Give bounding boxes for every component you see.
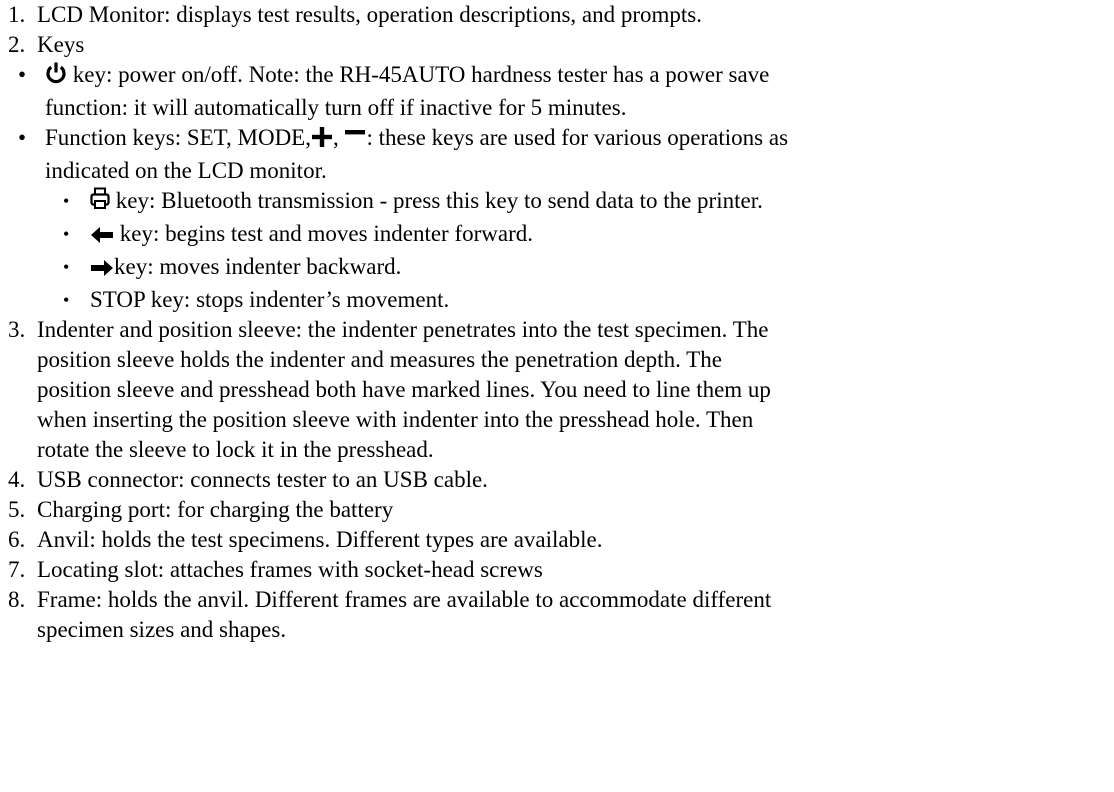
list-item: • Function keys: SET, MODE,, : these key… <box>8 123 1108 156</box>
list-item: 8. Frame: holds the anvil. Different fra… <box>8 585 1108 615</box>
bullet: • <box>63 191 70 211</box>
bullet: • <box>63 224 70 244</box>
item-number: 6. <box>8 527 26 552</box>
list-item-continuation: position sleeve and presshead both have … <box>8 375 1108 405</box>
list-item-continuation: rotate the sleeve to lock it in the pres… <box>8 435 1108 465</box>
item-text: Keys <box>37 32 85 57</box>
item-text: USB connector: connects tester to an USB… <box>37 467 488 492</box>
item-text: when inserting the position sleeve with … <box>37 407 754 432</box>
item-number: 3. <box>8 317 26 342</box>
item-text: Function keys: SET, MODE, <box>45 125 311 150</box>
item-number: 1. <box>8 2 26 27</box>
item-text: function: it will automatically turn off… <box>45 95 627 120</box>
item-number: 5. <box>8 497 26 522</box>
bullet: • <box>63 290 70 310</box>
list-item: • key: Bluetooth transmission - press th… <box>8 186 1108 219</box>
document-body: 1. LCD Monitor: displays test results, o… <box>8 0 1108 645</box>
item-text: rotate the sleeve to lock it in the pres… <box>37 437 434 462</box>
item-text: Frame: holds the anvil. Different frames… <box>37 587 772 612</box>
list-item: 3. Indenter and position sleeve: the ind… <box>8 315 1108 345</box>
item-text: key: moves indenter backward. <box>114 254 402 279</box>
item-text: : these keys are used for various operat… <box>366 125 789 150</box>
list-item: 4. USB connector: connects tester to an … <box>8 465 1108 495</box>
printer-icon <box>90 187 110 219</box>
item-text: key: begins test and moves indenter forw… <box>114 221 533 246</box>
list-item-continuation: specimen sizes and shapes. <box>8 615 1108 645</box>
list-item: • key: power on/off. Note: the RH-45AUTO… <box>8 60 1108 93</box>
item-text: Indenter and position sleeve: the indent… <box>37 317 769 342</box>
plus-icon <box>311 126 333 156</box>
item-text: Anvil: holds the test specimens. Differe… <box>37 527 603 552</box>
list-item: 2. Keys <box>8 30 1108 60</box>
bullet: • <box>63 257 70 277</box>
minus-icon <box>344 126 366 156</box>
list-item: • key: begins test and moves indenter fo… <box>8 219 1108 252</box>
item-text: position sleeve and presshead both have … <box>37 377 771 402</box>
bullet: • <box>18 62 27 87</box>
item-text: indicated on the LCD monitor. <box>45 158 327 183</box>
list-item: • STOP key: stops indenter’s movement. <box>8 285 1108 315</box>
list-item-continuation: position sleeve holds the indenter and m… <box>8 345 1108 375</box>
item-text: STOP key: stops indenter’s movement. <box>90 287 450 312</box>
item-text: key: Bluetooth transmission - press this… <box>110 188 763 213</box>
item-text: key: power on/off. Note: the RH-45AUTO h… <box>67 62 770 87</box>
item-number: 7. <box>8 557 26 582</box>
item-text: position sleeve holds the indenter and m… <box>37 347 722 372</box>
left-arrow-icon <box>90 222 114 252</box>
power-icon <box>45 61 67 93</box>
list-item-continuation: function: it will automatically turn off… <box>8 93 1108 123</box>
right-arrow-icon <box>90 255 114 285</box>
item-text: , <box>332 125 345 150</box>
list-item-continuation: when inserting the position sleeve with … <box>8 405 1108 435</box>
item-number: 2. <box>8 32 26 57</box>
item-text: LCD Monitor: displays test results, oper… <box>37 2 703 27</box>
item-text: specimen sizes and shapes. <box>37 617 287 642</box>
list-item: 7. Locating slot: attaches frames with s… <box>8 555 1108 585</box>
list-item: • key: moves indenter backward. <box>8 252 1108 285</box>
item-number: 8. <box>8 587 26 612</box>
list-item: 1. LCD Monitor: displays test results, o… <box>8 0 1108 30</box>
item-number: 4. <box>8 467 26 492</box>
list-item: 5. Charging port: for charging the batte… <box>8 495 1108 525</box>
bullet: • <box>18 125 27 150</box>
item-text: Charging port: for charging the battery <box>37 497 394 522</box>
list-item: 6. Anvil: holds the test specimens. Diff… <box>8 525 1108 555</box>
list-item-continuation: indicated on the LCD monitor. <box>8 156 1108 186</box>
item-text: Locating slot: attaches frames with sock… <box>37 557 543 582</box>
